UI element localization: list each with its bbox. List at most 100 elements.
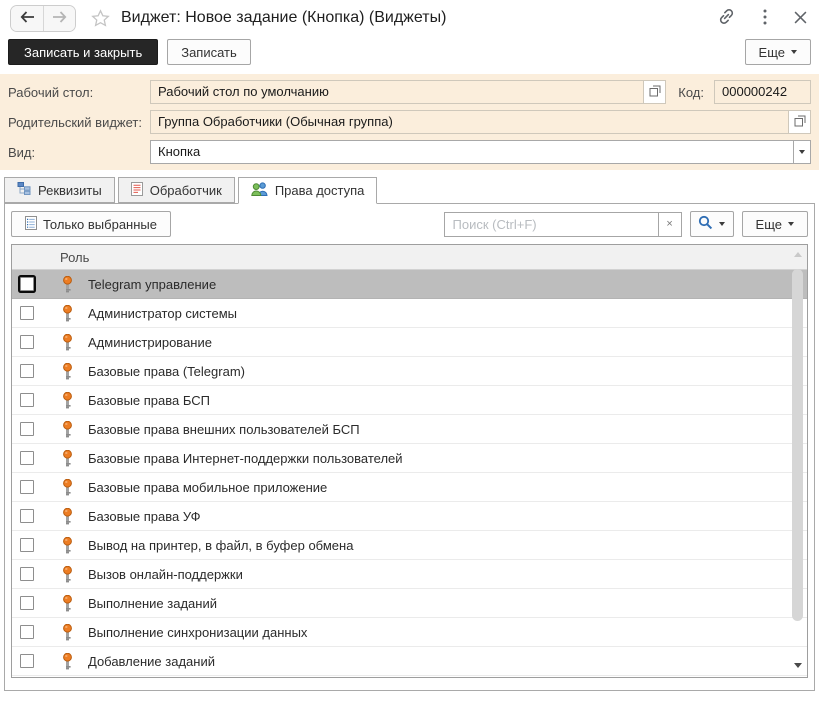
role-row[interactable]: Базовые права БСП: [12, 386, 807, 415]
role-checkbox[interactable]: [20, 625, 34, 639]
role-checkbox[interactable]: [20, 509, 34, 523]
role-checkbox[interactable]: [20, 567, 34, 581]
role-checkbox[interactable]: [20, 538, 34, 552]
search-input[interactable]: [445, 213, 658, 236]
search-box: ×: [444, 212, 682, 237]
role-key-icon: [56, 566, 78, 583]
role-row[interactable]: Вызов онлайн-поддержки: [12, 560, 807, 589]
chevron-down-icon: [799, 150, 805, 154]
parent-widget-choose-button[interactable]: [788, 110, 811, 134]
role-name: Базовые права внешних пользователей БСП: [88, 422, 360, 437]
tab-access-rights[interactable]: Права доступа: [238, 177, 378, 204]
more-button-top[interactable]: Еще: [745, 39, 811, 65]
open-icon: [794, 115, 806, 130]
role-name: Вывод на принтер, в файл, в буфер обмена: [88, 538, 353, 553]
role-row[interactable]: Выполнение заданий: [12, 589, 807, 618]
vertical-scrollbar: [790, 246, 805, 676]
checklist-icon: [25, 216, 37, 233]
history-nav-group: [10, 5, 76, 32]
form-panel: Рабочий стол: Рабочий стол по умолчанию …: [0, 74, 819, 170]
tab-label: Обработчик: [150, 183, 222, 198]
chevron-down-icon: [791, 50, 797, 54]
role-checkbox[interactable]: [20, 596, 34, 610]
role-checkbox[interactable]: [20, 480, 34, 494]
role-checkbox-cell: [12, 625, 42, 639]
scroll-up-icon[interactable]: [794, 252, 802, 257]
role-key-icon: [56, 305, 78, 322]
role-name: Выполнение синхронизации данных: [88, 625, 307, 640]
role-row[interactable]: Администратор системы: [12, 299, 807, 328]
role-checkbox-cell: [12, 567, 42, 581]
role-checkbox[interactable]: [20, 654, 34, 668]
kind-label: Вид:: [8, 145, 150, 160]
role-checkbox[interactable]: [20, 451, 34, 465]
role-name: Добавление заданий: [88, 654, 215, 669]
close-button[interactable]: [794, 10, 807, 27]
search-options-button[interactable]: [690, 211, 734, 237]
tab-attributes[interactable]: Реквизиты: [4, 177, 115, 203]
search-clear-button[interactable]: ×: [658, 213, 681, 236]
role-checkbox[interactable]: [20, 277, 34, 291]
role-checkbox[interactable]: [20, 364, 34, 378]
role-row[interactable]: Базовые права мобильное приложение: [12, 473, 807, 502]
only-selected-button[interactable]: Только выбранные: [11, 211, 171, 237]
search-icon: [698, 215, 713, 233]
role-key-icon: [56, 479, 78, 496]
widget-edit-window: Виджет: Новое задание (Кнопка) (Виджеты)…: [0, 0, 819, 702]
save-button[interactable]: Записать: [167, 39, 251, 65]
forward-button[interactable]: [43, 6, 75, 31]
command-bar: Записать и закрыть Записать Еще: [0, 36, 819, 70]
desktop-field[interactable]: Рабочий стол по умолчанию: [150, 80, 644, 104]
window-menu-button[interactable]: [763, 9, 767, 28]
role-row[interactable]: Вывод на принтер, в файл, в буфер обмена: [12, 531, 807, 560]
kind-field[interactable]: Кнопка: [150, 140, 793, 164]
role-name: Базовые права УФ: [88, 509, 201, 524]
role-row[interactable]: Базовые права Интернет-поддержки пользов…: [12, 444, 807, 473]
roles-table: Роль Telegram управление Администратор с…: [11, 244, 808, 678]
titlebar-actions: [717, 7, 807, 29]
users-icon: [251, 182, 268, 199]
kind-dropdown-button[interactable]: [793, 140, 811, 164]
save-and-close-button[interactable]: Записать и закрыть: [8, 39, 158, 65]
role-row[interactable]: Выполнение синхронизации данных: [12, 618, 807, 647]
role-key-icon: [56, 653, 78, 670]
role-checkbox-cell: [12, 306, 42, 320]
role-checkbox-cell: [12, 393, 42, 407]
scroll-down-icon[interactable]: [794, 663, 802, 668]
role-checkbox-cell: [12, 538, 42, 552]
scrollbar-thumb[interactable]: [792, 269, 803, 621]
role-checkbox-cell: [12, 451, 42, 465]
role-checkbox-cell: [12, 335, 42, 349]
role-row[interactable]: Добавление заданий: [12, 647, 807, 676]
code-field[interactable]: 000000242: [714, 80, 811, 104]
role-name: Базовые права мобильное приложение: [88, 480, 327, 495]
parent-widget-field[interactable]: Группа Обработчики (Обычная группа): [150, 110, 789, 134]
role-key-icon: [56, 595, 78, 612]
tab-strip: Реквизиты Обработчик Права доступа: [4, 176, 815, 203]
role-key-icon: [56, 624, 78, 641]
desktop-choose-button[interactable]: [643, 80, 666, 104]
back-button[interactable]: [11, 6, 43, 31]
role-row[interactable]: Базовые права (Telegram): [12, 357, 807, 386]
access-rights-panel: Только выбранные × Еще Рол: [4, 203, 815, 691]
role-checkbox[interactable]: [20, 393, 34, 407]
tab-handler[interactable]: Обработчик: [118, 177, 235, 203]
role-row[interactable]: Администрирование: [12, 328, 807, 357]
favorite-star-icon[interactable]: [90, 8, 111, 29]
role-row[interactable]: Базовые права внешних пользователей БСП: [12, 415, 807, 444]
role-row[interactable]: Telegram управление: [12, 270, 807, 299]
role-checkbox[interactable]: [20, 306, 34, 320]
role-checkbox[interactable]: [20, 422, 34, 436]
roles-table-header: Роль: [12, 245, 807, 270]
role-row[interactable]: Базовые права УФ: [12, 502, 807, 531]
only-selected-label: Только выбранные: [43, 217, 157, 232]
get-link-button[interactable]: [717, 7, 736, 29]
role-key-icon: [56, 537, 78, 554]
role-key-icon: [56, 334, 78, 351]
role-checkbox-cell: [12, 422, 42, 436]
more-button-label: Еще: [756, 217, 782, 232]
page-title: Виджет: Новое задание (Кнопка) (Виджеты): [121, 9, 446, 27]
role-checkbox[interactable]: [20, 335, 34, 349]
more-button-list[interactable]: Еще: [742, 211, 808, 237]
role-checkbox-cell: [12, 277, 42, 291]
